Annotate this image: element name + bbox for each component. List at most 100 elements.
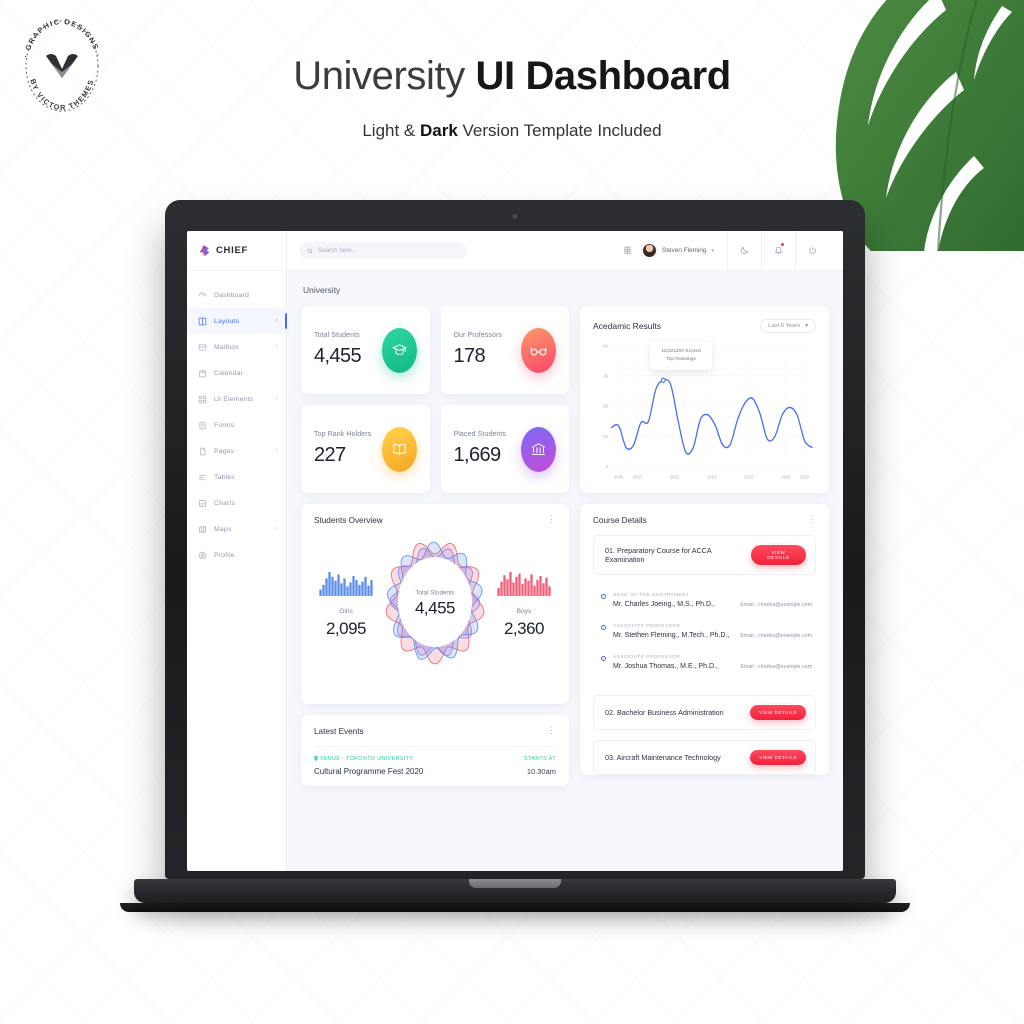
- staff-row: Mr. Charles Joeing., M.S., Ph.D., Email …: [613, 601, 812, 608]
- staff-row: Mr. Joshua Thomas., M.E., Ph.D., Email :…: [613, 663, 812, 670]
- staff-role: ASSOCIATE PROFESSOR: [613, 654, 681, 659]
- more-options-icon[interactable]: ⋮: [807, 514, 816, 523]
- page-title: University UI Dashboard: [293, 54, 731, 98]
- svg-text:1K: 1K: [603, 434, 608, 439]
- chevron-right-icon: ›: [275, 448, 278, 454]
- glasses-icon: [521, 327, 556, 373]
- sidebar-item-label: Charts: [214, 499, 236, 507]
- radial-center-text: Total Students 4,455: [376, 590, 494, 619]
- topbar-right: Steven Fleming ▾: [642, 231, 829, 271]
- grid-apps-button[interactable]: [623, 242, 632, 260]
- svg-text:2018: 2018: [781, 474, 791, 479]
- sidebar-item-dashboard[interactable]: Dashboard: [187, 282, 286, 308]
- stat-label: Placed Students: [453, 431, 506, 438]
- topbar: Search here.. Steven Fleming ▾: [287, 231, 843, 271]
- students-overview-body: Girls 2,095 Total Students 4,455 Boys 2,…: [314, 525, 556, 683]
- course-details-panel: Course Details ⋮ 01. Preparatory Course …: [580, 504, 829, 775]
- chevron-right-icon: ›: [275, 526, 278, 532]
- content-scroll: University Total Students 4,455 Our Prof…: [287, 271, 843, 871]
- stat-value: 1,669: [453, 444, 502, 466]
- search-input[interactable]: Search here..: [299, 242, 467, 259]
- power-button[interactable]: [795, 231, 829, 271]
- chevron-right-icon: ›: [275, 396, 278, 402]
- chart-header: Acedamic Results Last 6 Years ▾: [593, 319, 816, 333]
- stat-label: Total Students: [314, 332, 360, 339]
- view-details-button[interactable]: VIEW DETAILS: [750, 705, 806, 720]
- stat-label: Our Professors: [453, 332, 502, 339]
- tables-icon: [199, 474, 206, 480]
- course-details-header: Course Details ⋮: [593, 514, 816, 525]
- staff-email: Email : charles@example.com: [740, 664, 812, 670]
- students-overview-header: Students Overview ⋮: [314, 514, 556, 525]
- course-item[interactable]: 03. Aircraft Maintenance Technology VIEW…: [593, 740, 816, 775]
- calendar-icon: [199, 369, 206, 377]
- course-item[interactable]: 02. Bachelor Business Administration VIE…: [593, 695, 816, 730]
- breadcrumb: University: [303, 285, 341, 295]
- staff-email: Email : charles@example.com: [740, 602, 812, 608]
- sidebar-nav: Dashboard Layouts › Mailbox › Calendar U…: [187, 271, 287, 568]
- bank-icon: [521, 426, 556, 472]
- girls-sparkline: [319, 571, 373, 596]
- staff-name: Mr. Joshua Thomas., M.E., Ph.D.,: [613, 663, 718, 670]
- chevron-down-icon: ▾: [711, 247, 714, 254]
- center-label: Total Students: [415, 589, 455, 597]
- user-menu[interactable]: Steven Fleming ▾: [642, 243, 727, 258]
- stats-and-chart-row: Total Students 4,455 Our Professors 178 …: [301, 306, 829, 493]
- event-row[interactable]: VENUE : TORONTO UNIVERSITY STARTS AT Cul…: [314, 746, 556, 776]
- power-icon: [809, 247, 816, 254]
- stat-card-our-professors[interactable]: Our Professors 178: [440, 306, 569, 394]
- profile-icon: [198, 551, 207, 559]
- event-venue: VENUE : TORONTO UNIVERSITY: [314, 756, 413, 762]
- annotation-line-1: 1103/1200 Scored: [661, 349, 701, 354]
- notifications-button[interactable]: [761, 231, 795, 271]
- sidebar-item-label: Dashboard: [214, 291, 250, 299]
- sidebar-item-calendar[interactable]: Calendar: [187, 360, 286, 386]
- view-details-button[interactable]: VIEW DETAILS: [750, 545, 806, 565]
- sidebar-item-label: Pages: [214, 447, 235, 455]
- moon-icon: [740, 246, 748, 255]
- stat-label: Top Rank Holders: [314, 431, 372, 438]
- course-name: 02. Bachelor Business Administration: [605, 708, 724, 717]
- boys-value: 2,360: [503, 618, 545, 638]
- staff-row: Mr. Stethen Fleming., M.Tech., Ph.D., Em…: [613, 632, 812, 639]
- user-name: Steven Fleming: [662, 247, 707, 254]
- stat-card-placed-students[interactable]: Placed Students 1,669: [440, 405, 569, 493]
- laptop-screen: CHIEF Dashboard Layouts › Mailbox › Cale…: [187, 231, 843, 871]
- sidebar-item-layouts[interactable]: Layouts ›: [187, 308, 287, 334]
- sidebar-item-tables[interactable]: Tables: [187, 464, 286, 490]
- staff-role: HEAD OF THE DEPARTMENT: [613, 592, 690, 597]
- chart-range-value: Last 6 Years: [768, 323, 801, 329]
- girls-stat: Girls 2,095: [316, 570, 376, 639]
- svg-text:2019: 2019: [800, 474, 810, 479]
- chief-logo-icon: [199, 245, 210, 256]
- svg-text:2016: 2016: [744, 474, 754, 479]
- stat-card-top-rank-holders[interactable]: Top Rank Holders 227: [301, 405, 430, 493]
- theme-toggle-button[interactable]: [727, 231, 761, 271]
- chevron-right-icon: ›: [275, 318, 278, 324]
- stat-card-total-students[interactable]: Total Students 4,455: [301, 306, 430, 394]
- sidebar-item-pages[interactable]: Pages ›: [187, 438, 286, 464]
- sidebar-item-profile[interactable]: Profile: [187, 542, 286, 568]
- girls-value: 2,095: [325, 618, 367, 638]
- search-placeholder: Search here..: [318, 247, 356, 254]
- staff-role: ASSOCIATE PROFESSOR: [613, 623, 681, 628]
- sidebar-item-charts[interactable]: Charts: [187, 490, 286, 516]
- more-options-icon[interactable]: ⋮: [547, 725, 556, 734]
- sidebar-item-maps[interactable]: Maps ›: [187, 516, 286, 542]
- boys-sparkline: [497, 571, 551, 596]
- event-main: Cultural Programme Fest 2020 10.30am: [314, 767, 556, 776]
- course-item[interactable]: 01. Preparatory Course for ACCA Examinat…: [593, 535, 816, 575]
- sidebar-item-forms[interactable]: Forms: [187, 412, 286, 438]
- sidebar-item-mailbox[interactable]: Mailbox ›: [187, 334, 286, 360]
- stat-value: 178: [453, 345, 486, 367]
- course-name: 01. Preparatory Course for ACCA Examinat…: [605, 546, 712, 564]
- more-options-icon[interactable]: ⋮: [547, 514, 556, 523]
- chart-range-select[interactable]: Last 6 Years ▾: [760, 319, 816, 333]
- view-details-button[interactable]: VIEW DETAILS: [750, 750, 806, 765]
- svg-text:2012: 2012: [670, 474, 680, 479]
- sidebar-item-ui-elements[interactable]: UI Elements ›: [187, 386, 286, 412]
- poster-headline: University UI Dashboard Light & Dark Ver…: [0, 56, 1024, 141]
- brand-logo[interactable]: CHIEF: [187, 231, 286, 271]
- ui-elements-icon: [198, 395, 207, 403]
- staff-info: HEAD OF THE DEPARTMENT Mr. Charles Joein…: [613, 592, 812, 608]
